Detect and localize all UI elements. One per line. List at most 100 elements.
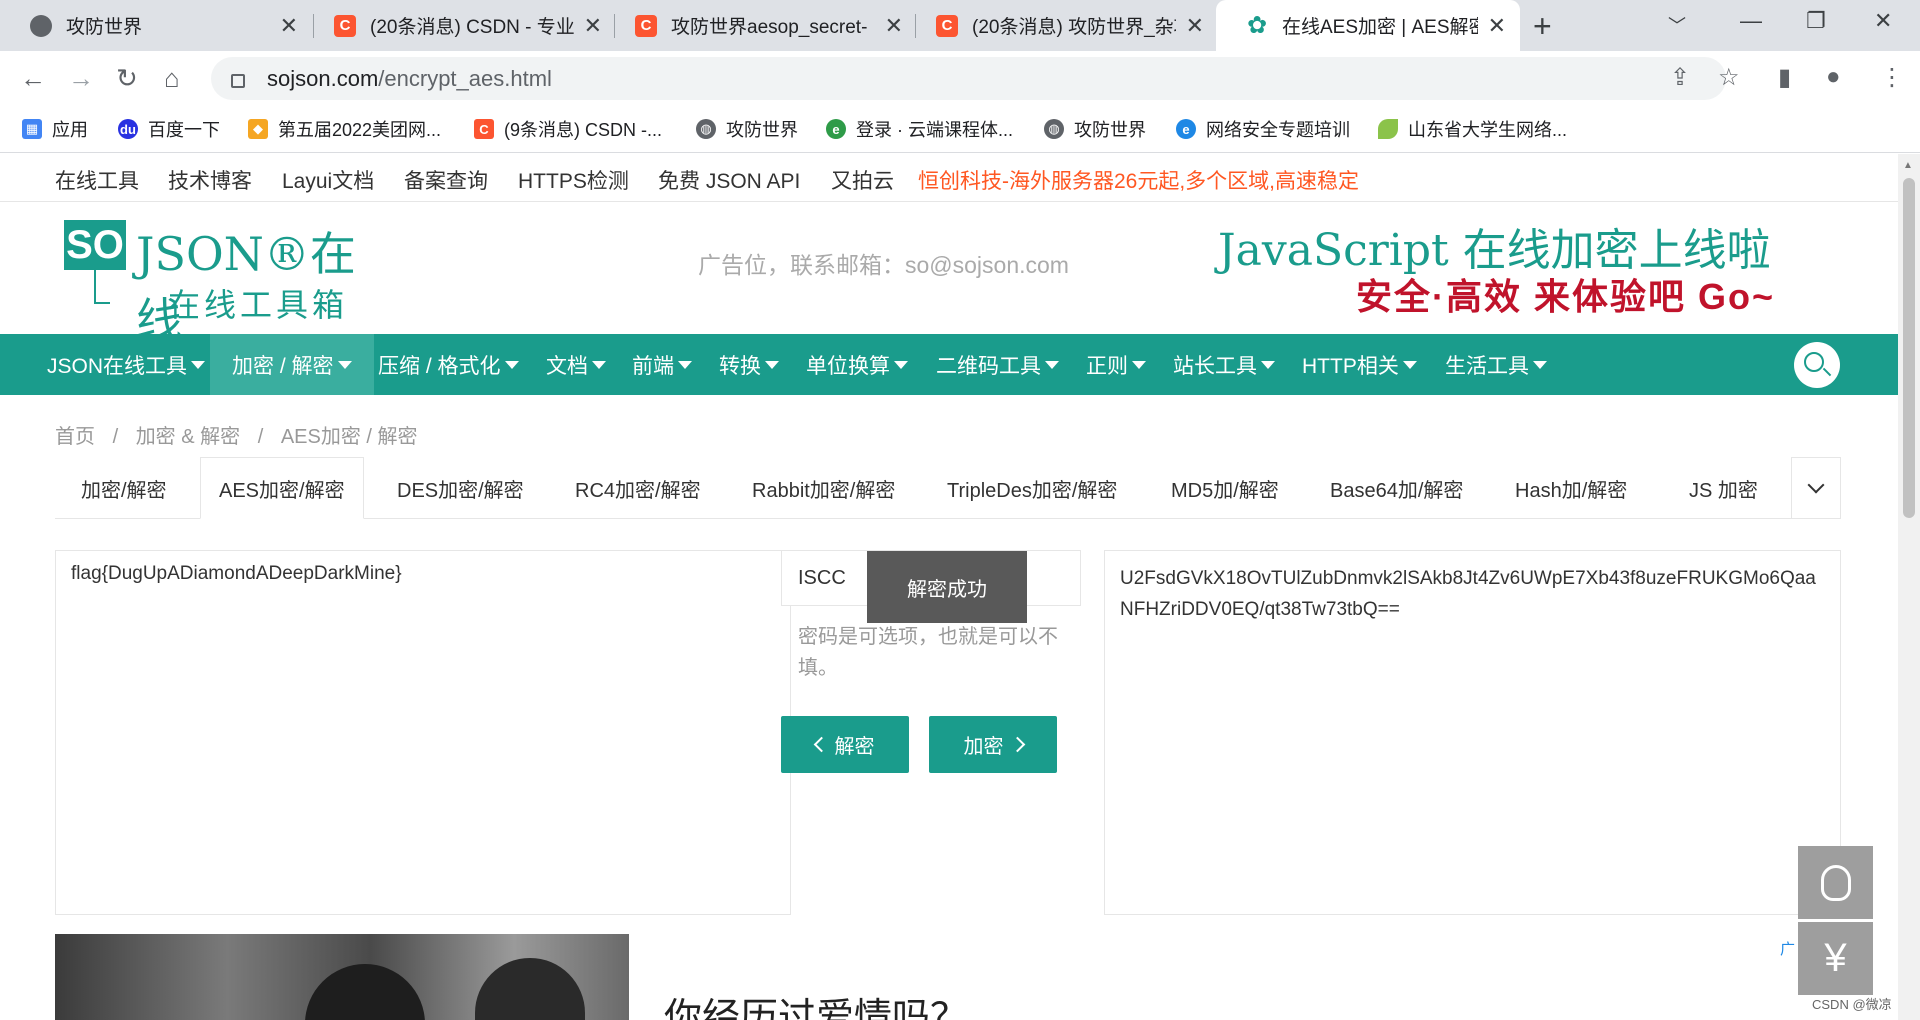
mainnav-webmaster[interactable]: 站长工具	[1173, 334, 1275, 395]
close-tab-icon[interactable]: ✕	[1186, 13, 1204, 39]
address-bar[interactable]: sojson.com/encrypt_aes.html	[211, 57, 1726, 100]
bookmark-label: 网络安全专题培训	[1206, 120, 1350, 140]
ad-headline[interactable]: 你经历过爱情吗？	[664, 986, 968, 1020]
page-content: 在线工具 技术博客 Layui文档 备案查询 HTTPS检测 免费 JSON A…	[0, 154, 1898, 1020]
scroll-up-icon[interactable]: ▲	[1903, 160, 1913, 171]
mainnav-http[interactable]: HTTP相关	[1302, 334, 1417, 395]
bookmark-meituan[interactable]: ◆ 第五届2022美团网...	[248, 116, 441, 142]
topnav-online-tools[interactable]: 在线工具	[55, 165, 139, 195]
bookmark-apps[interactable]: ▦ 应用	[22, 116, 88, 142]
subtabs-more-button[interactable]	[1791, 457, 1841, 519]
logo-arrow-decoration	[94, 270, 110, 304]
mainnav-docs[interactable]: 文档	[546, 334, 606, 395]
bookmark-gongfang[interactable]: ◍ 攻防世界	[1044, 116, 1146, 142]
bookmark-label: 百度一下	[148, 120, 220, 140]
menu-kebab-icon[interactable]: ⋮	[1880, 63, 1904, 92]
plaintext-textarea[interactable]: flag{DugUpADiamondADeepDarkMine}	[55, 550, 791, 915]
close-tab-icon[interactable]: ✕	[1488, 13, 1506, 39]
restore-icon[interactable]: ❐	[1806, 8, 1826, 34]
bookmark-csdn[interactable]: C (9条消息) CSDN -...	[474, 116, 662, 142]
topnav-promo-link[interactable]: 恒创科技-海外服务器26元起,多个区域,高速稳定	[918, 165, 1359, 195]
bookmark-star-icon[interactable]: ☆	[1718, 63, 1740, 92]
home-icon[interactable]: ⌂	[164, 63, 180, 94]
bookmark-label: 攻防世界	[726, 120, 798, 140]
site-top-nav: 在线工具 技术博客 Layui文档 备案查询 HTTPS检测 免费 JSON A…	[0, 154, 1898, 202]
mainnav-json-tools[interactable]: JSON在线工具	[47, 334, 206, 395]
forward-icon[interactable]: →	[68, 63, 94, 94]
bookmark-cloud-course[interactable]: e 登录 · 云端课程体...	[826, 116, 1013, 142]
tab-title: 攻防世界aesop_secret-（	[671, 17, 875, 38]
mainnav-unit-convert[interactable]: 单位换算	[806, 334, 908, 395]
donate-button[interactable]: ¥	[1798, 922, 1873, 995]
mainnav-frontend[interactable]: 前端	[632, 334, 692, 395]
close-tab-icon[interactable]: ✕	[280, 13, 298, 39]
decrypt-button[interactable]: 解密	[781, 716, 909, 773]
tab-title: (20条消息) CSDN - 专业开	[370, 17, 574, 38]
mainnav-compress-format[interactable]: 压缩 / 格式化	[378, 334, 519, 395]
tab-search-icon[interactable]: ﹀	[1668, 12, 1686, 38]
mainnav-life-tools[interactable]: 生活工具	[1445, 334, 1547, 395]
back-icon[interactable]: ←	[20, 63, 46, 94]
topnav-tech-blog[interactable]: 技术博客	[168, 165, 252, 195]
browser-tab-active[interactable]: ✿ 在线AES加密 | AES解密 - ✕	[1216, 0, 1520, 51]
password-tip: 密码是可选项，也就是可以不填。	[798, 626, 1058, 679]
subtab-js-encrypt[interactable]: JS 加密	[1689, 457, 1758, 519]
cloud-course-icon: e	[826, 119, 846, 139]
qq-contact-button[interactable]	[1798, 846, 1873, 919]
subtab-des[interactable]: DES加密/解密	[397, 457, 524, 519]
caret-down-icon	[1132, 360, 1146, 369]
subtab-aes[interactable]: AES加密/解密	[200, 457, 364, 519]
mainnav-convert[interactable]: 转换	[719, 334, 779, 395]
page-scrollbar[interactable]: ▲	[1898, 154, 1920, 1020]
share-icon[interactable]: ⇪	[1670, 63, 1690, 92]
ciphertext-textarea[interactable]: U2FsdGVkX18OvTUlZubDnmvk2lSAkb8Jt4Zv6UWp…	[1104, 550, 1841, 915]
browser-tab[interactable]: 攻防世界 ✕	[0, 0, 312, 51]
browser-tab[interactable]: C (20条消息) 攻防世界_杂项 ✕	[906, 0, 1218, 51]
browser-tab[interactable]: C 攻防世界aesop_secret-（ ✕	[605, 0, 917, 51]
topnav-json-api[interactable]: 免费 JSON API	[658, 165, 800, 195]
topnav-https-check[interactable]: HTTPS检测	[518, 165, 629, 195]
reload-icon[interactable]: ↻	[116, 63, 138, 94]
sojson-logo[interactable]: SO JSON®在线 在线工具箱	[64, 220, 374, 347]
browser-tab[interactable]: C (20条消息) CSDN - 专业开 ✕	[304, 0, 616, 51]
close-window-icon[interactable]: ✕	[1874, 8, 1892, 34]
subtab-base64[interactable]: Base64加/解密	[1330, 457, 1463, 519]
profile-avatar-icon[interactable]: ●	[1826, 63, 1841, 91]
banner-slogan-line2[interactable]: 安全·高效 来体验吧 Go~	[1356, 268, 1775, 320]
encrypt-button[interactable]: 加密	[929, 716, 1057, 773]
subtab-hash[interactable]: Hash加/解密	[1515, 457, 1627, 519]
subtab-tripledes[interactable]: TripleDes加密/解密	[947, 457, 1117, 519]
ad-label: 广	[1780, 941, 1796, 958]
tab-title: 在线AES加密 | AES解密 -	[1282, 17, 1478, 38]
ad-photo[interactable]	[55, 934, 629, 1020]
topnav-upyun[interactable]: 又拍云	[831, 165, 894, 195]
caret-down-icon	[1533, 360, 1547, 369]
bookmark-gongfang[interactable]: ◍ 攻防世界	[696, 116, 798, 142]
close-tab-icon[interactable]: ✕	[885, 13, 903, 39]
mainnav-regex[interactable]: 正则	[1086, 334, 1146, 395]
main-nav: JSON在线工具 加密 / 解密 压缩 / 格式化 文档 前端 转换 单位换算 …	[0, 334, 1898, 395]
scrollbar-thumb[interactable]	[1903, 178, 1915, 518]
bookmark-label: 山东省大学生网络...	[1408, 120, 1568, 140]
subtab-encrypt-decrypt[interactable]: 加密/解密	[81, 457, 167, 519]
topnav-icp-query[interactable]: 备案查询	[404, 165, 488, 195]
bookmark-security-training[interactable]: e 网络安全专题培训	[1176, 116, 1350, 142]
csdn-icon: C	[474, 119, 494, 139]
mainnav-qrcode[interactable]: 二维码工具	[936, 334, 1059, 395]
subtab-rabbit[interactable]: Rabbit加密/解密	[752, 457, 895, 519]
subtab-md5[interactable]: MD5加/解密	[1171, 457, 1279, 519]
new-tab-icon[interactable]: +	[1533, 8, 1552, 45]
bookmark-shandong[interactable]: 山东省大学生网络...	[1378, 116, 1567, 142]
close-tab-icon[interactable]: ✕	[584, 13, 602, 39]
globe-icon: ◍	[1044, 119, 1064, 139]
minimize-icon[interactable]: —	[1740, 8, 1762, 34]
topnav-layui-docs[interactable]: Layui文档	[282, 165, 374, 195]
bookmark-baidu[interactable]: du 百度一下	[118, 116, 220, 142]
site-search-button[interactable]	[1794, 342, 1840, 388]
csdn-icon: C	[334, 14, 356, 37]
mainnav-encrypt-decrypt[interactable]: 加密 / 解密	[210, 334, 374, 395]
subtab-rc4[interactable]: RC4加密/解密	[575, 457, 701, 519]
breadcrumb-home[interactable]: 首页	[55, 426, 95, 448]
side-panel-icon[interactable]: ▮	[1778, 63, 1791, 92]
breadcrumb-category[interactable]: 加密 & 解密	[136, 426, 240, 448]
